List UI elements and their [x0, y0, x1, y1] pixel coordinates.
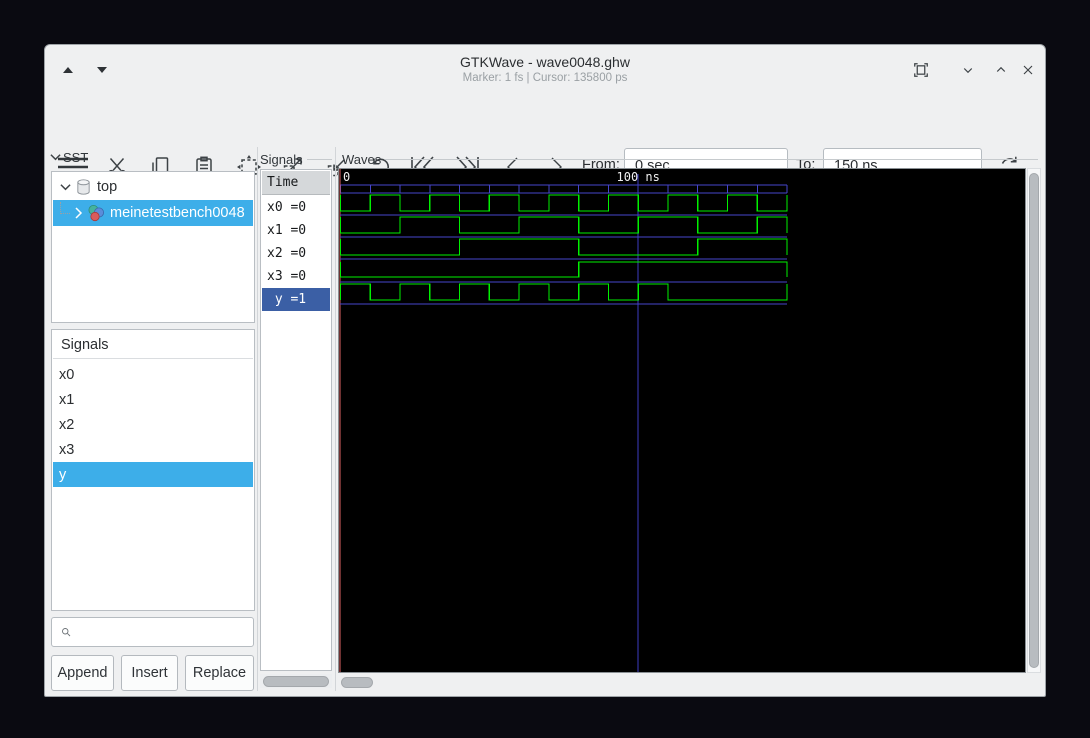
sst-expander-icon: [50, 154, 61, 161]
value-row-x3[interactable]: x3 =0: [262, 265, 330, 288]
splitter-right[interactable]: [335, 147, 336, 691]
sst-item-meinetestbench0048[interactable]: meinetestbench0048: [53, 200, 253, 226]
insert-button[interactable]: Insert: [121, 655, 178, 691]
title-block: GTKWave - wave0048.ghw Marker: 1 fs | Cu…: [45, 45, 1045, 84]
signal-list-panel: Signals x0 x1 x2 x3 y: [51, 329, 255, 611]
waveform-plot: 0 100 ns: [339, 169, 788, 672]
list-item-x2[interactable]: x2: [53, 412, 253, 437]
close-icon: [1023, 65, 1033, 75]
replace-button[interactable]: Replace: [185, 655, 254, 691]
search-icon: [62, 628, 71, 637]
wave-canvas[interactable]: 0 100 ns: [338, 168, 1026, 673]
svg-text:0: 0: [343, 170, 350, 184]
value-row-x1[interactable]: x1 =0: [262, 219, 330, 242]
expander-right-icon: [75, 207, 83, 219]
signal-search-box: [51, 617, 254, 647]
sst-item-top[interactable]: top: [53, 174, 253, 200]
time-header: Time: [262, 171, 330, 195]
waves-frame-label: Waves: [342, 152, 382, 167]
module-icon: [88, 205, 104, 222]
sst-header[interactable]: SST: [50, 150, 88, 165]
list-item-x0[interactable]: x0: [53, 362, 253, 387]
keep-above-button[interactable]: [909, 58, 933, 82]
splitter-left[interactable]: [257, 147, 258, 691]
waves-frame-groove: [385, 159, 1038, 160]
hierarchy-cylinder-icon: [77, 179, 90, 195]
toolbar: From: To:: [45, 89, 1045, 184]
close-button[interactable]: [1016, 58, 1040, 82]
expander-down-icon: [60, 184, 71, 191]
append-button[interactable]: Append: [51, 655, 114, 691]
chevron-down-icon: [963, 68, 973, 74]
minimize-button[interactable]: [956, 58, 980, 82]
wave-hscrollbar-thumb[interactable]: [341, 677, 373, 688]
gtkwave-window: GTKWave - wave0048.ghw Marker: 1 fs | Cu…: [44, 44, 1046, 697]
search-input[interactable]: [72, 618, 253, 646]
list-item-y[interactable]: y: [53, 462, 253, 487]
values-panel: Time x0 =0 x1 =0 x2 =0 x3 =0 y =1: [260, 169, 332, 671]
wave-vscrollbar-thumb[interactable]: [1029, 173, 1039, 668]
values-frame-groove: [307, 159, 332, 160]
values-hscrollbar[interactable]: [260, 674, 332, 688]
values-hscrollbar-thumb[interactable]: [263, 676, 329, 687]
tree-guide: [60, 202, 70, 214]
keep-above-icon: [914, 63, 928, 77]
value-row-x2[interactable]: x2 =0: [262, 242, 330, 265]
wave-vscrollbar[interactable]: [1027, 168, 1041, 673]
signal-list-header: Signals: [53, 331, 253, 359]
list-item-x1[interactable]: x1: [53, 387, 253, 412]
window-subtitle: Marker: 1 fs | Cursor: 135800 ps: [462, 72, 628, 84]
value-row-y[interactable]: y =1: [262, 288, 330, 311]
sst-tree: top meinetestbench0048: [51, 171, 255, 323]
value-row-x0[interactable]: x0 =0: [262, 196, 330, 219]
list-item-x3[interactable]: x3: [53, 437, 253, 462]
window-title: GTKWave - wave0048.ghw: [460, 54, 630, 70]
chevron-up-icon: [996, 66, 1006, 72]
maximize-button[interactable]: [989, 58, 1013, 82]
values-frame-label: Signals: [260, 152, 303, 167]
titlebar[interactable]: GTKWave - wave0048.ghw Marker: 1 fs | Cu…: [45, 45, 1045, 89]
